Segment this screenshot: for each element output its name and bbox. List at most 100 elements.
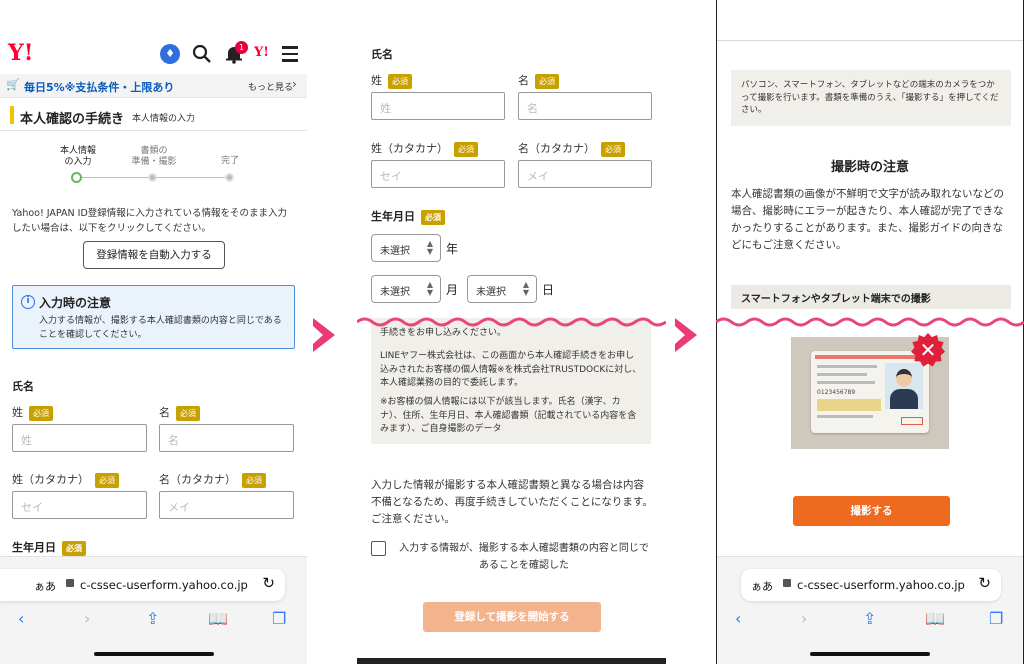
- input-notice: i 入力時の注意 入力する情報が、撮影する本人確認書類の内容と同じであることを確…: [12, 285, 295, 349]
- step-1-dot: [71, 172, 82, 183]
- required-badge: 必須: [62, 540, 86, 556]
- share-icon[interactable]: ⇪: [863, 609, 876, 628]
- next-step-arrow-2: [675, 318, 697, 352]
- tabs-icon[interactable]: ❐: [989, 609, 1003, 628]
- register-start-button[interactable]: 登録して撮影を開始する: [423, 602, 601, 632]
- info-top-line: 手続きをお申し込みください。: [380, 328, 507, 338]
- required-badge: 必須: [421, 209, 445, 225]
- caution-title: 撮影時の注意: [830, 160, 909, 175]
- address-bar[interactable]: ぁあ c-cssec-userform.yahoo.co.jp ↻: [0, 569, 285, 601]
- step-3-label: 完了: [220, 156, 239, 166]
- card-number: 0123456789: [817, 389, 856, 396]
- required-badge: 必須: [388, 73, 412, 89]
- promo-text: 毎日5%※支払条件・上限あり: [24, 81, 175, 94]
- bookmarks-icon[interactable]: 📖: [925, 609, 945, 628]
- panel-step2: 氏名 姓必須 名必須 姓 名 姓（カタカナ） 必須 名（カタカナ） 必須 セイ メイ…: [357, 0, 666, 664]
- notification-badge: 1: [235, 41, 248, 54]
- home-indicator: [93, 652, 214, 656]
- page-title-bar: [10, 106, 14, 124]
- required-badge: 必須: [242, 472, 266, 488]
- bookmarks-icon[interactable]: 📖: [208, 609, 228, 628]
- address-bar[interactable]: ぁあ c-cssec-userform.yahoo.co.jp ↻: [741, 569, 1001, 601]
- id-card-illustration: 0123456789 ✕: [791, 333, 949, 449]
- text-size-button[interactable]: ぁあ: [34, 578, 56, 594]
- day-unit: 日: [542, 283, 555, 297]
- forward-icon[interactable]: ›: [84, 609, 90, 628]
- forward-icon[interactable]: ›: [801, 609, 807, 628]
- yahoo-logo[interactable]: Y!: [8, 40, 33, 66]
- id-card: 0123456789: [811, 351, 929, 433]
- confirm-checkbox[interactable]: [371, 541, 386, 556]
- first-name-input[interactable]: 名: [518, 92, 652, 120]
- tabs-icon[interactable]: ❐: [272, 609, 286, 628]
- page-title: 本人確認の手続き: [20, 112, 125, 127]
- first-name-input[interactable]: 名: [159, 424, 294, 452]
- step-3-dot: [225, 173, 234, 182]
- text-size-button[interactable]: ぁあ: [751, 578, 773, 594]
- page-subtitle: 本人情報の入力: [132, 114, 196, 124]
- info-paragraph-1: LINEヤフー株式会社は、この画面から本人確認手続きをお申し込みされたお客様の個…: [380, 351, 642, 388]
- info-paragraph-2: ※お客様の個人情報には以下が該当します。氏名（漢字、カナ）、住所、生年月日、本人…: [380, 397, 637, 434]
- confirm-label[interactable]: 入力する情報が、撮影する本人確認書類の内容と同じであることを確認した: [395, 540, 653, 574]
- info-icon: i: [21, 295, 35, 309]
- year-unit: 年: [446, 242, 459, 256]
- promo-bar[interactable]: 🛒 毎日5%※支払条件・上限あり もっと見る ›: [0, 74, 307, 98]
- autofill-button[interactable]: 登録情報を自動入力する: [83, 241, 225, 269]
- last-name-label: 姓必須: [12, 404, 53, 421]
- shoot-button[interactable]: 撮影する: [793, 496, 950, 526]
- cart-icon: 🛒: [6, 78, 20, 91]
- camera-intro: パソコン、スマートフォン、タブレットなどの端末のカメラをつかって撮影を行います。…: [741, 80, 999, 115]
- promo-more-link[interactable]: もっと見る: [248, 80, 293, 93]
- birth-heading: 生年月日 必須: [12, 539, 86, 556]
- reload-icon[interactable]: ↻: [978, 574, 991, 592]
- month-select[interactable]: 未選択 ▲ ▼: [371, 275, 441, 303]
- safari-toolbar: ぁあ c-cssec-userform.yahoo.co.jp ↻ ‹ › ⇪ …: [0, 556, 307, 664]
- first-name-label: 名必須: [518, 72, 559, 89]
- safari-toolbar: ぁあ c-cssec-userform.yahoo.co.jp ↻ ‹ › ⇪ …: [717, 556, 1023, 664]
- home-indicator: [810, 652, 930, 656]
- section-heading: スマートフォンやタブレット端末での撮影: [731, 285, 1011, 309]
- step-1-label: 本人情報 の入力: [59, 146, 96, 167]
- yahoo-mini-logo[interactable]: Y!: [254, 45, 269, 60]
- first-kana-input[interactable]: メイ: [518, 160, 652, 188]
- last-kana-input[interactable]: セイ: [371, 160, 505, 188]
- screenshot-collage: Y! ♦ 1 Y! 🛒 毎日5%※支払条件・上限あり もっと見る › 本人確認の…: [0, 0, 1024, 664]
- next-step-arrow-1: [313, 318, 335, 352]
- updown-icon: ▲ ▼: [426, 239, 433, 256]
- last-kana-input[interactable]: セイ: [12, 491, 147, 519]
- progress-steps: 本人情報 の入力 書類の 準備・撮影 完了: [50, 146, 260, 186]
- notice-body: 入力する情報が、撮影する本人確認書類の内容と同じであることを確認してください。: [39, 316, 282, 340]
- required-badge: 必須: [535, 73, 559, 89]
- wave-divider-panel3: [716, 317, 1024, 327]
- last-name-input[interactable]: 姓: [12, 424, 147, 452]
- birth-heading: 生年月日 必須: [371, 208, 445, 225]
- share-icon[interactable]: ⇪: [146, 609, 159, 628]
- back-icon[interactable]: ‹: [18, 609, 24, 628]
- autofill-intro: Yahoo! JAPAN ID登録情報に入力されている情報をそのまま入力したい場…: [12, 208, 288, 234]
- required-badge: 必須: [29, 405, 53, 421]
- back-icon[interactable]: ‹: [735, 609, 741, 628]
- last-kana-label: 姓（カタカナ） 必須: [12, 471, 119, 488]
- search-icon[interactable]: [192, 44, 212, 64]
- first-name-label: 名必須: [159, 404, 200, 421]
- name-heading: 氏名: [371, 48, 393, 61]
- wave-divider-panel2: [357, 317, 666, 327]
- first-kana-label: 名（カタカナ） 必須: [518, 140, 625, 157]
- mismatch-warning: 入力した情報が撮影する本人確認書類と異なる場合は内容不備となるため、再度手続きし…: [371, 479, 653, 525]
- last-kana-label: 姓（カタカナ） 必須: [371, 140, 478, 157]
- panel-step3: パソコン、スマートフォン、タブレットなどの端末のカメラをつかって撮影を行います。…: [716, 0, 1024, 664]
- menu-icon[interactable]: [282, 46, 298, 62]
- caution-body: 本人確認書類の画像が不鮮明で文字が読み取れないなどの場合、撮影時にエラーが起きた…: [731, 188, 1004, 251]
- step-2-label: 書類の 準備・撮影: [131, 146, 177, 167]
- last-name-label: 姓必須: [371, 72, 412, 89]
- first-kana-input[interactable]: メイ: [159, 491, 294, 519]
- last-name-input[interactable]: 姓: [371, 92, 505, 120]
- required-badge: 必須: [454, 141, 478, 157]
- updown-icon: ▲ ▼: [522, 280, 529, 297]
- required-badge: 必須: [176, 405, 200, 421]
- line-shield-icon[interactable]: ♦: [160, 44, 180, 64]
- notice-title: 入力時の注意: [39, 296, 112, 310]
- reload-icon[interactable]: ↻: [262, 574, 275, 592]
- year-select[interactable]: 未選択 ▲ ▼: [371, 234, 441, 262]
- day-select[interactable]: 未選択 ▲ ▼: [467, 275, 537, 303]
